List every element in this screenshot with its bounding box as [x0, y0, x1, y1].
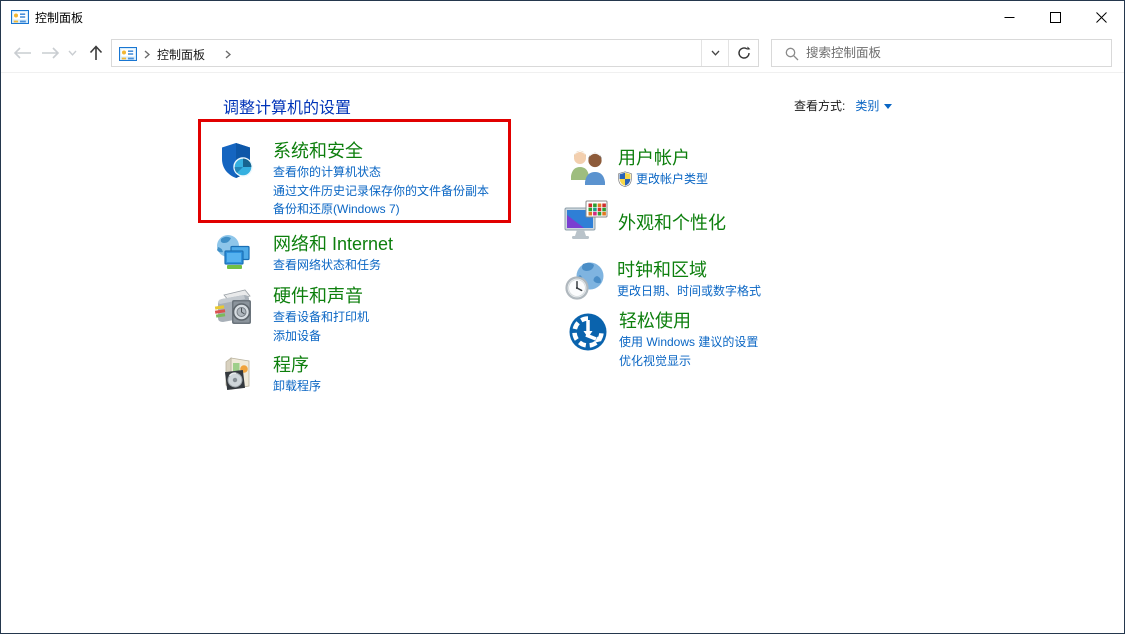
minimize-icon — [1004, 16, 1014, 18]
control-panel-icon — [11, 10, 29, 24]
link-change-account-type[interactable]: 更改帐户类型 — [636, 170, 708, 189]
system-security-icon[interactable] — [216, 140, 258, 182]
category-title-programs[interactable]: 程序 — [273, 354, 321, 377]
maximize-button[interactable] — [1032, 1, 1078, 33]
control-panel-icon — [119, 47, 137, 61]
clock-region-icon[interactable] — [564, 259, 608, 303]
breadcrumb-chevron-icon[interactable] — [225, 50, 231, 59]
category-title-clock-region[interactable]: 时钟和区域 — [617, 259, 761, 282]
link-view-devices-printers[interactable]: 查看设备和打印机 — [273, 308, 369, 327]
back-arrow-icon — [13, 47, 31, 59]
search-input[interactable] — [806, 41, 1106, 65]
ease-of-access-icon[interactable] — [566, 310, 610, 354]
category-network-internet: 网络和 Internet 查看网络状态和任务 — [214, 233, 393, 275]
link-add-device[interactable]: 添加设备 — [273, 327, 369, 346]
category-appearance-personalization: 外观和个性化 — [562, 199, 726, 245]
search-box[interactable] — [771, 39, 1112, 67]
recent-pages-button[interactable] — [64, 33, 80, 73]
link-backup-restore-windows7[interactable]: 备份和还原(Windows 7) — [273, 200, 489, 219]
link-view-computer-status[interactable]: 查看你的计算机状态 — [273, 163, 489, 182]
chevron-down-icon — [711, 50, 719, 56]
category-title-user-accounts[interactable]: 用户帐户 — [618, 147, 708, 170]
category-title-hardware-sound[interactable]: 硬件和声音 — [273, 285, 369, 308]
navigation-toolbar: 控制面板 — [1, 33, 1124, 73]
category-system-security: 系统和安全 查看你的计算机状态 通过文件历史记录保存你的文件备份副本 备份和还原… — [216, 140, 489, 219]
user-accounts-icon[interactable] — [567, 147, 609, 189]
breadcrumb-chevron-icon[interactable] — [144, 50, 150, 59]
category-clock-region: 时钟和区域 更改日期、时间或数字格式 — [564, 259, 761, 303]
view-by: 查看方式: 类别 — [794, 97, 893, 114]
address-bar[interactable]: 控制面板 — [111, 39, 759, 67]
up-arrow-icon — [89, 45, 103, 60]
view-by-category-link[interactable]: 类别 — [855, 99, 879, 113]
up-button[interactable] — [83, 33, 109, 73]
search-icon — [785, 47, 799, 61]
category-programs: 程序 卸载程序 — [218, 354, 321, 396]
control-panel-window: 控制面板 控制面板 搜索控制面板 调整计算机的设置 查看方式: 类别 系统和安全… — [0, 0, 1125, 634]
window-title: 控制面板 — [35, 11, 84, 25]
link-optimize-visual-display[interactable]: 优化视觉显示 — [619, 352, 758, 371]
close-button[interactable] — [1078, 1, 1124, 33]
view-by-label: 查看方式: — [794, 99, 846, 113]
link-view-network-status[interactable]: 查看网络状态和任务 — [273, 256, 393, 275]
chevron-down-icon — [67, 50, 77, 56]
uac-shield-icon — [618, 171, 632, 188]
maximize-icon — [1049, 11, 1061, 23]
address-dropdown-button[interactable] — [702, 40, 728, 66]
appearance-personalization-icon[interactable] — [562, 199, 609, 245]
category-user-accounts: 用户帐户 更改帐户类型 — [567, 147, 708, 189]
category-hardware-sound: 硬件和声音 查看设备和打印机 添加设备 — [212, 285, 369, 345]
category-title-network-internet[interactable]: 网络和 Internet — [273, 233, 393, 256]
breadcrumb-control-panel[interactable]: 控制面板 — [157, 46, 205, 63]
programs-icon[interactable] — [218, 354, 258, 396]
refresh-icon — [738, 46, 751, 59]
link-uninstall-program[interactable]: 卸载程序 — [273, 377, 321, 396]
back-button[interactable] — [9, 33, 35, 73]
page-title: 调整计算机的设置 — [223, 100, 352, 117]
category-ease-of-access: 轻松使用 使用 Windows 建议的设置 优化视觉显示 — [566, 310, 758, 370]
forward-arrow-icon — [41, 47, 59, 59]
refresh-button[interactable] — [729, 40, 759, 66]
chevron-down-icon[interactable] — [884, 104, 893, 110]
link-suggested-settings[interactable]: 使用 Windows 建议的设置 — [619, 333, 758, 352]
forward-button[interactable] — [37, 33, 63, 73]
network-internet-icon[interactable] — [214, 233, 258, 275]
link-file-history-backup[interactable]: 通过文件历史记录保存你的文件备份副本 — [273, 182, 489, 201]
titlebar: 控制面板 — [1, 1, 1124, 33]
link-change-date-time-number-formats[interactable]: 更改日期、时间或数字格式 — [617, 282, 761, 301]
category-title-system-security[interactable]: 系统和安全 — [273, 140, 489, 163]
hardware-sound-icon[interactable] — [212, 285, 258, 331]
minimize-button[interactable] — [986, 1, 1032, 33]
category-title-appearance-personalization[interactable]: 外观和个性化 — [618, 212, 726, 235]
category-title-ease-of-access[interactable]: 轻松使用 — [619, 310, 758, 333]
close-icon — [1095, 11, 1107, 23]
